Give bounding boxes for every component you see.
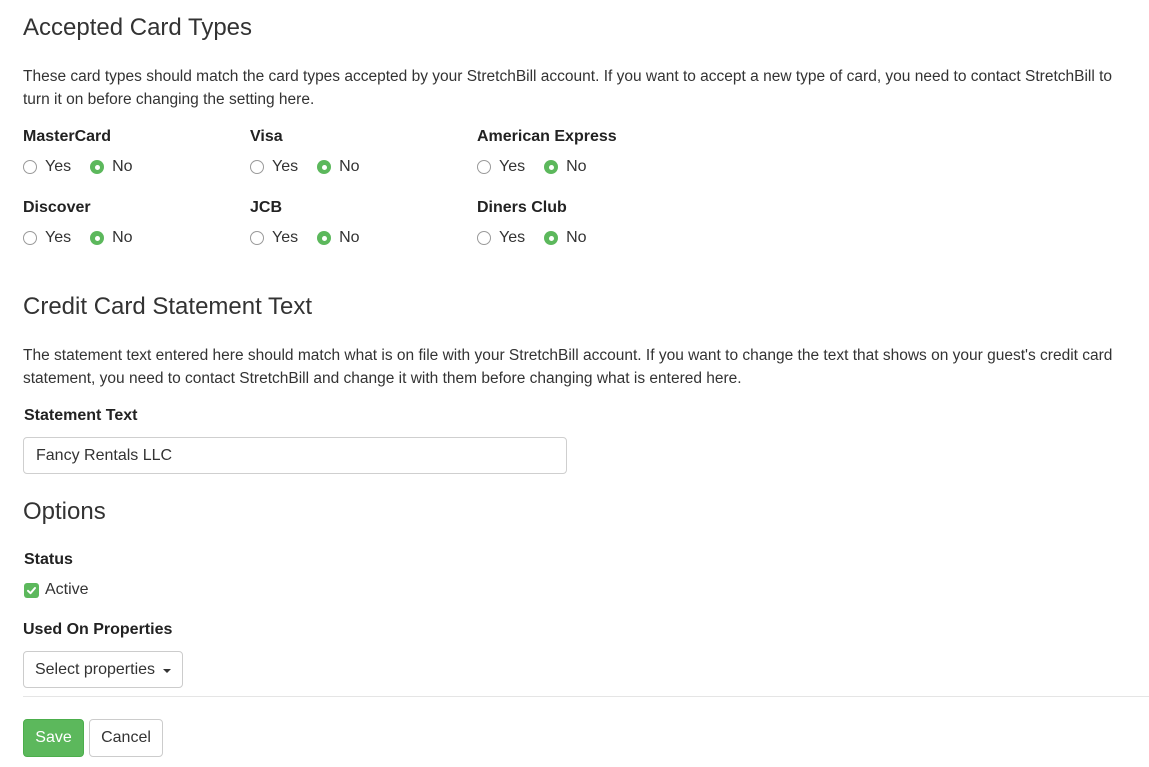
cancel-button-label: Cancel [101, 729, 151, 746]
active-checkbox-row: Active [24, 581, 89, 599]
used-on-properties-label: Used On Properties [23, 621, 173, 638]
card-group-jcb: JCB Yes No [250, 200, 360, 248]
select-properties-dropdown[interactable]: Select properties [23, 651, 183, 688]
radio-yes-label[interactable]: Yes [45, 158, 71, 176]
visa-yes-radio[interactable] [250, 160, 264, 174]
card-label: MasterCard [23, 128, 112, 145]
save-button-label: Save [35, 729, 72, 746]
card-label: Visa [250, 128, 283, 145]
radio-no-label[interactable]: No [339, 158, 359, 176]
active-label[interactable]: Active [45, 581, 89, 599]
card-group-american-express: American Express Yes No [477, 129, 617, 177]
statement-text-description: The statement text entered here should m… [23, 347, 1113, 387]
card-label: JCB [250, 199, 283, 216]
radio-yes-label[interactable]: Yes [499, 229, 525, 247]
diners-club-no-radio[interactable] [544, 231, 559, 245]
radio-no-label[interactable]: No [112, 158, 132, 176]
select-properties-label: Select properties [34, 660, 156, 678]
radio-no-label[interactable]: No [566, 158, 586, 176]
save-button[interactable]: Save [23, 719, 84, 757]
radio-yes-label[interactable]: Yes [272, 158, 298, 176]
check-icon [27, 586, 36, 594]
jcb-no-radio[interactable] [317, 231, 332, 245]
radio-yes-label[interactable]: Yes [499, 158, 525, 176]
card-group-discover: Discover Yes No [23, 200, 133, 248]
cancel-button[interactable]: Cancel [89, 719, 163, 757]
card-group-diners-club: Diners Club Yes No [477, 200, 587, 248]
discover-yes-radio[interactable] [23, 231, 37, 245]
american-express-no-radio[interactable] [544, 160, 559, 174]
visa-no-radio[interactable] [317, 160, 332, 174]
radio-yes-label[interactable]: Yes [272, 229, 298, 247]
form-divider [23, 696, 1149, 697]
radio-no-label[interactable]: No [566, 229, 586, 247]
radio-yes-label[interactable]: Yes [45, 229, 71, 247]
active-checkbox[interactable] [24, 582, 39, 598]
discover-no-radio[interactable] [90, 231, 105, 245]
mastercard-yes-radio[interactable] [23, 160, 37, 174]
card-group-mastercard: MasterCard Yes No [23, 129, 133, 177]
status-label: Status [24, 551, 73, 568]
caret-down-icon [163, 668, 172, 673]
options-heading: Options [23, 498, 106, 525]
accepted-card-types-description: These card types should match the card t… [23, 68, 1113, 108]
statement-text-input[interactable] [23, 437, 567, 474]
card-group-visa: Visa Yes No [250, 129, 360, 177]
card-label: Discover [23, 199, 91, 216]
radio-no-label[interactable]: No [112, 229, 132, 247]
card-label: Diners Club [477, 199, 567, 216]
statement-text-heading: Credit Card Statement Text [23, 293, 313, 320]
american-express-yes-radio[interactable] [477, 160, 491, 174]
diners-club-yes-radio[interactable] [477, 231, 491, 245]
radio-no-label[interactable]: No [339, 229, 359, 247]
accepted-card-types-heading: Accepted Card Types [23, 14, 253, 41]
jcb-yes-radio[interactable] [250, 231, 264, 245]
mastercard-no-radio[interactable] [90, 160, 105, 174]
card-label: American Express [477, 128, 617, 145]
statement-text-label: Statement Text [24, 407, 138, 424]
